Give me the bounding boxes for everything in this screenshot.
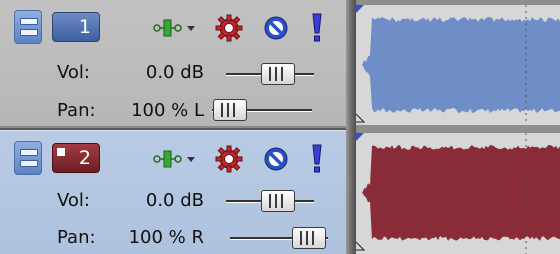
volume-slider[interactable] xyxy=(226,189,314,213)
track-number-1[interactable]: 1 xyxy=(52,12,100,42)
pan-slider[interactable] xyxy=(212,98,312,122)
mute-icon[interactable] xyxy=(262,145,290,173)
volume-label: Vol: xyxy=(57,62,90,83)
track-number-2[interactable]: 2 xyxy=(52,143,100,173)
pan-label: Pan: xyxy=(57,227,96,248)
track-lane-2[interactable] xyxy=(356,130,560,254)
timeline-splitter[interactable] xyxy=(346,0,356,254)
selected-marker-icon xyxy=(57,148,65,156)
pan-label: Pan: xyxy=(57,100,96,121)
track-header-2[interactable]: 2 Vol: 0.0 dB Pan: 100 % R xyxy=(0,130,346,254)
volume-slider-knob[interactable] xyxy=(261,190,295,212)
volume-value: 0.0 dB xyxy=(145,190,204,211)
track-handle-icon[interactable] xyxy=(14,10,42,44)
gear-icon[interactable] xyxy=(215,14,243,42)
pan-slider[interactable] xyxy=(230,226,328,250)
fx-chain-icon[interactable] xyxy=(152,148,200,170)
pan-slider-knob[interactable] xyxy=(213,99,247,121)
volume-label: Vol: xyxy=(57,190,90,211)
waveform-track-1 xyxy=(362,17,560,113)
gear-icon[interactable] xyxy=(215,145,243,173)
pan-value: 100 % L xyxy=(131,100,204,121)
track-list: 1 Vol: 0.0 dB Pan: 100 % L 2 Vol: 0.0 dB… xyxy=(0,0,560,254)
pan-value: 100 % R xyxy=(128,227,204,248)
waveform-track-2 xyxy=(362,145,560,241)
volume-slider[interactable] xyxy=(226,62,314,86)
volume-slider-knob[interactable] xyxy=(261,63,295,85)
track-lane-1[interactable] xyxy=(356,0,560,130)
mute-icon[interactable] xyxy=(262,14,290,42)
fx-chain-icon[interactable] xyxy=(152,17,200,39)
track-number-2-label: 2 xyxy=(78,147,91,169)
solo-icon[interactable] xyxy=(311,144,323,174)
pan-slider-knob[interactable] xyxy=(292,227,326,249)
track-header-1[interactable]: 1 Vol: 0.0 dB Pan: 100 % L xyxy=(0,0,346,128)
volume-value: 0.0 dB xyxy=(145,62,204,83)
solo-icon[interactable] xyxy=(311,13,323,43)
track-handle-icon[interactable] xyxy=(14,141,42,175)
